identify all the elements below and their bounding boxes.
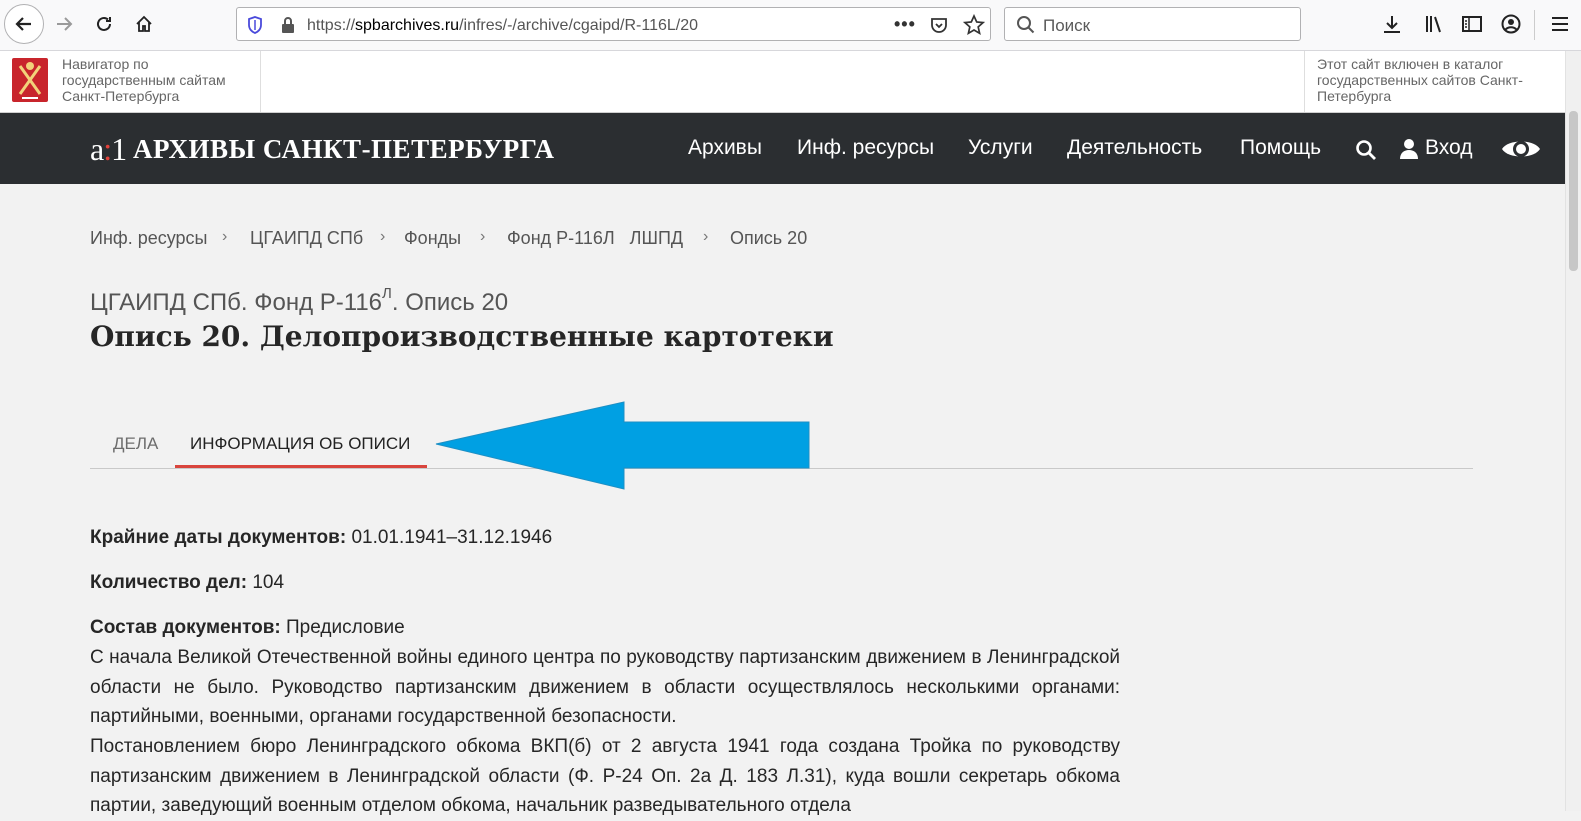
arrow-left-icon <box>435 401 810 490</box>
nav-activity[interactable]: Деятельность <box>1067 136 1202 160</box>
breadcrumb-cgaipd[interactable]: ЦГАИПД СПб <box>250 228 363 249</box>
forward-button[interactable] <box>47 7 81 41</box>
page-actions-menu-icon[interactable]: ••• <box>894 14 916 35</box>
nav-help[interactable]: Помощь <box>1240 136 1321 160</box>
url-bar[interactable]: https://spbarchives.ru/infres/-/archive/… <box>236 7 991 41</box>
account-icon[interactable] <box>1499 12 1523 36</box>
eye-icon[interactable] <box>1500 135 1542 163</box>
chevron-right-icon: › <box>480 228 486 245</box>
arrow-right-icon <box>57 17 73 31</box>
reload-button[interactable] <box>87 7 121 41</box>
gov-navigator-text: Навигатор по государственным сайтам Санк… <box>62 56 226 104</box>
spb-emblem-icon <box>12 58 48 102</box>
reload-icon <box>97 16 111 31</box>
site-logo[interactable]: a:1 <box>90 133 127 165</box>
page-title: Опись 20. Делопроизводственные картотеки <box>90 320 834 353</box>
lock-icon <box>282 17 294 33</box>
dates-label: Крайние даты документов: <box>90 527 347 548</box>
search-icon[interactable] <box>1355 139 1377 161</box>
gov-catalog-text: Этот сайт включен в каталог государствен… <box>1317 56 1523 104</box>
back-button[interactable] <box>4 4 44 44</box>
toolbar-divider <box>1534 10 1535 40</box>
composition-field: Состав документов: Предисловие <box>90 617 405 639</box>
nav-archives[interactable]: Архивы <box>688 136 762 160</box>
gov-navigator-link[interactable]: Навигатор по государственным сайтам Санк… <box>0 51 261 112</box>
active-tab-indicator <box>175 465 427 468</box>
url-domain: spbarchives.ru <box>355 17 460 34</box>
sidebar-icon[interactable] <box>1460 12 1484 36</box>
browser-search-bar[interactable]: Поиск <box>1004 7 1301 41</box>
home-icon <box>136 15 152 32</box>
preface-paragraph-2: Постановлением бюро Ленинградского обком… <box>90 736 1120 816</box>
dates-field: Крайние даты документов: 01.01.1941–31.1… <box>90 527 552 549</box>
shield-icon <box>248 16 262 34</box>
user-icon[interactable] <box>1399 138 1419 160</box>
star-icon[interactable] <box>963 14 985 36</box>
search-icon <box>1017 16 1035 34</box>
nav-services[interactable]: Услуги <box>968 136 1033 160</box>
breadcrumb-info-resources[interactable]: Инф. ресурсы <box>90 228 207 249</box>
breadcrumb-funds[interactable]: Фонды <box>404 228 461 249</box>
home-button[interactable] <box>127 7 161 41</box>
tab-inventory-info[interactable]: ИНФОРМАЦИЯ ОБ ОПИСИ <box>190 434 410 454</box>
page-scrollbar[interactable] <box>1565 51 1581 811</box>
arrow-left-icon <box>15 17 31 31</box>
count-label: Количество дел: <box>90 572 248 593</box>
site-title[interactable]: АРХИВЫ САНКТ-ПЕТЕРБУРГА <box>133 134 555 165</box>
count-field: Количество дел: 104 <box>90 572 284 594</box>
search-placeholder: Поиск <box>1043 16 1091 35</box>
gov-catalog-link[interactable]: Этот сайт включен в каталог государствен… <box>1304 51 1566 112</box>
chevron-right-icon: › <box>380 228 386 245</box>
breadcrumb-inventory: Опись 20 <box>730 228 808 248</box>
dates-value: 01.01.1941–31.12.1946 <box>351 527 553 548</box>
chevron-right-icon: › <box>703 228 709 245</box>
chevron-right-icon: › <box>222 228 228 245</box>
page-subtitle: ЦГАИПД СПб. Фонд Р-116Л. Опись 20 <box>90 285 509 316</box>
preface-paragraph-1: С начала Великой Отечественной войны еди… <box>90 647 1120 727</box>
tab-cases[interactable]: ДЕЛА <box>113 434 158 454</box>
nav-login[interactable]: Вход <box>1425 136 1473 160</box>
site-header: a:1 АРХИВЫ САНКТ-ПЕТЕРБУРГА Архивы Инф. … <box>0 113 1565 184</box>
breadcrumb-fund[interactable]: Фонд Р-116Л ЛШПД <box>507 228 683 249</box>
scrollbar-thumb[interactable] <box>1569 111 1578 271</box>
url-text[interactable]: https://spbarchives.ru/infres/-/archive/… <box>307 17 698 35</box>
downloads-icon[interactable] <box>1380 12 1404 36</box>
menu-icon[interactable] <box>1548 12 1572 36</box>
browser-toolbar: https://spbarchives.ru/infres/-/archive/… <box>0 0 1581 51</box>
government-sites-strip: Навигатор по государственным сайтам Санк… <box>0 51 1565 113</box>
nav-info-resources[interactable]: Инф. ресурсы <box>797 136 934 160</box>
composition-value: Предисловие <box>286 617 405 638</box>
composition-label: Состав документов: <box>90 617 281 638</box>
count-value: 104 <box>252 572 285 593</box>
library-icon[interactable] <box>1422 12 1446 36</box>
pocket-icon[interactable] <box>929 15 949 35</box>
